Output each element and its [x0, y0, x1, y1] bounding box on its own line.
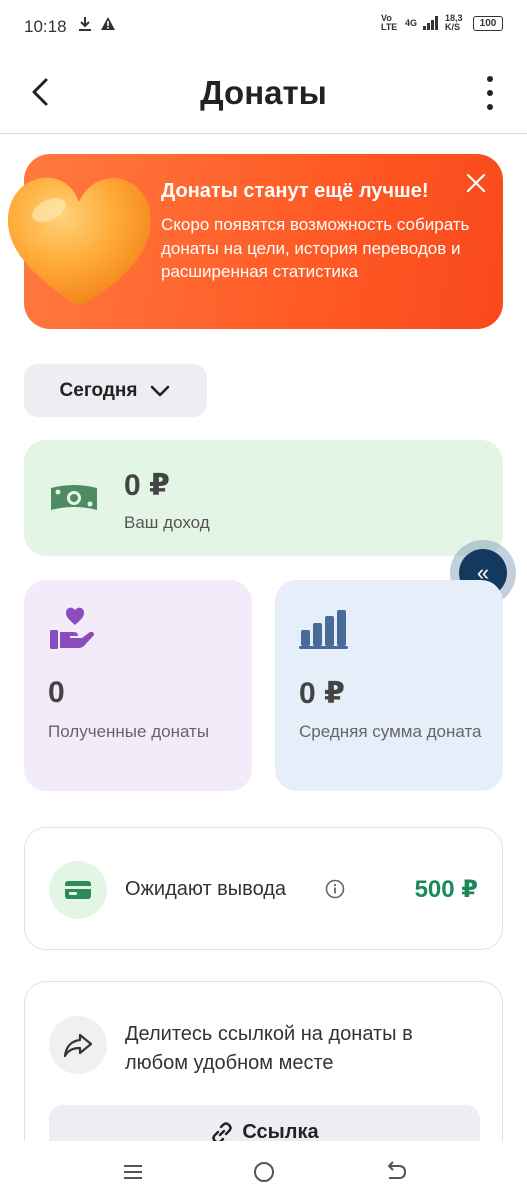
page-title: Донаты: [200, 74, 327, 111]
nav-home-button[interactable]: [249, 1158, 279, 1186]
system-nav-bar: [0, 1141, 527, 1200]
wallet-icon-wrap: [49, 861, 107, 919]
close-icon[interactable]: [463, 170, 489, 196]
warning-icon: [101, 17, 115, 30]
pending-label: Ожидают вывода: [125, 878, 287, 900]
more-dot-icon: [487, 76, 493, 82]
share-icon-wrap: [49, 1016, 107, 1074]
app-bar: Донаты: [0, 52, 527, 134]
return-icon: [387, 1161, 407, 1179]
bar-chart-icon: [299, 610, 348, 649]
chevron-down-icon: [151, 385, 170, 396]
more-dot-icon: [487, 104, 493, 110]
share-text: Делитесь ссылкой на донаты в любом удобн…: [125, 1023, 413, 1074]
income-label: Ваш доход: [124, 513, 210, 532]
wallet-icon: [65, 881, 91, 899]
heart-icon: [7, 177, 151, 307]
received-donations-value: 0: [48, 676, 65, 709]
money-icon: [51, 485, 97, 510]
status-bar: 10:18 Vo LTE 4G 18,3 K/S 100: [0, 0, 527, 52]
net-speed: 18,3 K/S: [445, 13, 463, 32]
home-circle-icon: [254, 1162, 274, 1182]
battery-icon: 100: [473, 15, 503, 31]
income-card[interactable]: 0 ₽ Ваш доход: [24, 440, 503, 556]
info-icon[interactable]: [325, 879, 345, 899]
period-label: Сегодня: [59, 379, 138, 401]
average-donation-card[interactable]: 0 ₽ Средняя сумма доната: [275, 580, 503, 791]
average-donation-value: 0 ₽: [299, 677, 345, 710]
share-link-card: Делитесь ссылкой на донаты в любом удобн…: [24, 981, 503, 1151]
more-options-button[interactable]: [483, 76, 497, 110]
nav-menu-button[interactable]: [118, 1158, 148, 1186]
promo-banner[interactable]: Донаты станут ещё лучше! Скоро появятся …: [7, 154, 503, 329]
period-selector[interactable]: Сегодня: [24, 364, 207, 417]
received-donations-card[interactable]: 0 Полученные донаты: [24, 580, 252, 791]
income-value: 0 ₽: [124, 469, 170, 502]
nav-back-button[interactable]: [381, 1158, 411, 1186]
menu-icon: [124, 1165, 142, 1179]
status-time: 10:18: [24, 17, 67, 36]
average-donation-label: Средняя сумма доната: [299, 722, 482, 741]
banner-title: Донаты станут ещё лучше!: [161, 180, 429, 202]
volte-indicator: Vo LTE: [380, 13, 398, 32]
banner-text: Скоро появятся возможность собирать дона…: [161, 215, 470, 281]
pending-withdrawal-card[interactable]: Ожидают вывода 500 ₽: [24, 827, 503, 950]
pending-amount: 500 ₽: [414, 876, 478, 903]
more-dot-icon: [487, 90, 493, 96]
received-donations-label: Полученные донаты: [48, 722, 210, 741]
signal-icon: [423, 16, 438, 30]
share-arrow-icon: [63, 1033, 93, 1058]
status-indicators: Vo LTE 4G 18,3 K/S 100: [381, 14, 503, 32]
download-icon: [79, 17, 91, 31]
network-type: 4G: [404, 18, 417, 28]
hand-heart-icon: [50, 607, 94, 649]
